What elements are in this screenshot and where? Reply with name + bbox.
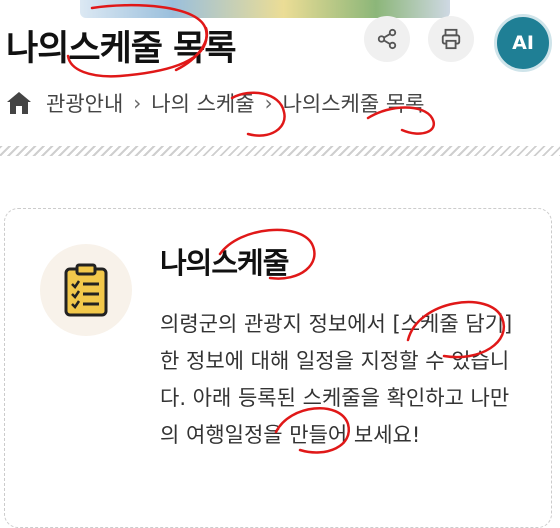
card-icon-circle — [40, 244, 132, 336]
ai-button-label: AI — [512, 32, 534, 54]
breadcrumb-item-schedule-list[interactable]: 나의스케줄 목록 — [283, 88, 425, 118]
print-icon — [441, 28, 461, 50]
breadcrumb-item-tourism[interactable]: 관광안내 — [46, 88, 123, 118]
chevron-right-icon: › — [264, 91, 273, 115]
chevron-right-icon: › — [133, 91, 142, 115]
home-icon — [7, 92, 31, 114]
print-button[interactable] — [428, 16, 474, 62]
page-title: 나의스케줄 목록 — [6, 29, 237, 69]
share-icon — [377, 28, 397, 50]
card-description: 의령군의 관광지 정보에서 [스케줄 담기]한 정보에 대해 일정을 지정할 수… — [160, 312, 513, 447]
section-divider — [0, 146, 560, 156]
breadcrumb-item-my-schedule[interactable]: 나의 스케줄 — [151, 88, 254, 118]
card-title: 나의스케줄 — [160, 246, 289, 280]
share-button[interactable] — [364, 16, 410, 62]
header-banner-image — [80, 0, 450, 18]
ai-assistant-button[interactable]: AI — [494, 14, 552, 72]
clipboard-checklist-icon — [64, 263, 108, 317]
home-link[interactable] — [6, 91, 32, 115]
breadcrumb: 관광안내 › 나의 스케줄 › 나의스케줄 목록 — [6, 86, 424, 120]
